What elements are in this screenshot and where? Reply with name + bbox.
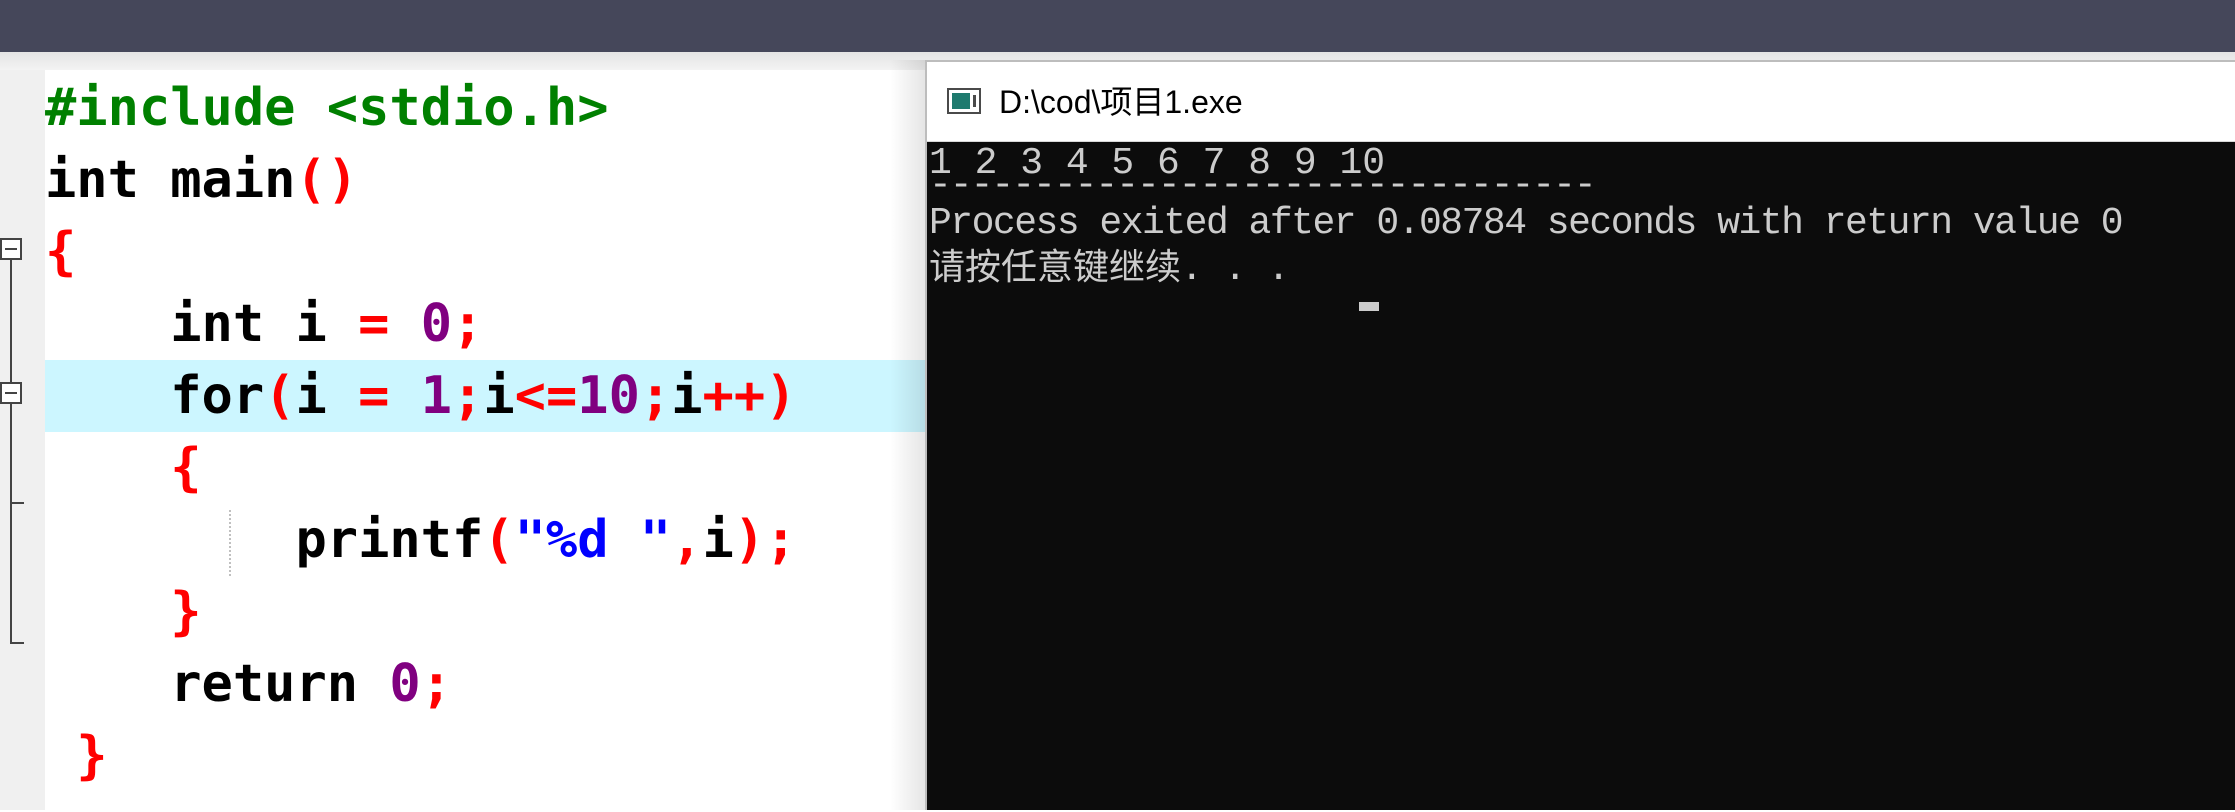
console-title: D:\cod\项目1.exe [999, 84, 1243, 120]
code-token: main [138, 150, 296, 210]
code-token: #include <stdio.h> [45, 78, 609, 138]
fold-end-marker [10, 502, 24, 504]
code-token: i [295, 366, 359, 426]
code-line[interactable]: int main() [45, 144, 925, 216]
code-token: 10 [577, 366, 640, 426]
code-token: int [45, 294, 265, 354]
code-token: 1 [420, 366, 453, 426]
code-editor[interactable]: #include <stdio.h> int main(){ int i = 0;… [45, 70, 925, 810]
code-token: i [702, 510, 734, 570]
code-line[interactable]: } [45, 720, 925, 792]
code-token: () [295, 150, 359, 210]
console-cursor [1359, 302, 1379, 311]
code-token: = [358, 366, 390, 426]
code-line[interactable]: { [45, 432, 925, 504]
console-output[interactable]: 1 2 3 4 5 6 7 8 9 10 -------------------… [927, 142, 2235, 812]
code-token: ( [483, 510, 515, 570]
console-title-bar[interactable]: D:\cod\项目1.exe [927, 62, 2235, 142]
fold-collapse-icon-main[interactable] [0, 238, 22, 260]
code-token: ); [733, 510, 797, 570]
console-window-icon [947, 88, 981, 114]
code-line[interactable]: { [45, 216, 925, 288]
code-token: ; [452, 294, 484, 354]
code-token: ; [420, 654, 453, 714]
code-token: i [483, 366, 515, 426]
window-shadow [890, 60, 925, 810]
code-line[interactable]: return 0; [45, 648, 925, 720]
code-token: i [671, 366, 703, 426]
code-token: ; [452, 366, 484, 426]
code-token: 0 [420, 294, 453, 354]
fold-end-marker [10, 642, 24, 644]
code-token: = [358, 294, 390, 354]
console-window[interactable]: D:\cod\项目1.exe 1 2 3 4 5 6 7 8 9 10 ----… [925, 60, 2235, 810]
code-line[interactable]: #include <stdio.h> [45, 72, 925, 144]
code-token: 0 [389, 654, 421, 714]
code-token: for [45, 366, 265, 426]
code-line[interactable]: int i = 0; [45, 288, 925, 360]
editor-gutter [0, 70, 46, 810]
window-title-bar [0, 0, 2235, 52]
code-token: "%d " [514, 510, 672, 570]
code-token: , [671, 510, 703, 570]
code-token: ( [264, 366, 296, 426]
console-line-exit-status: Process exited after 0.08784 seconds wit… [929, 202, 2124, 245]
fold-collapse-icon-for[interactable] [0, 382, 22, 404]
code-token: } [45, 582, 202, 642]
code-token: { [45, 438, 202, 498]
fold-line [10, 260, 12, 382]
code-token: i [264, 294, 359, 354]
code-token: } [45, 726, 108, 786]
code-line[interactable]: } [45, 576, 925, 648]
code-token: int [45, 150, 139, 210]
fold-line [10, 536, 12, 644]
code-token: <= [514, 366, 578, 426]
indent-guide [229, 510, 231, 576]
code-token: printf [45, 510, 484, 570]
code-token: return [45, 654, 359, 714]
code-token: ++) [702, 366, 797, 426]
code-token: { [45, 222, 77, 282]
code-token: ; [639, 366, 672, 426]
console-line-prompt: 请按任意键继续. . . [929, 247, 1312, 288]
fold-line [10, 404, 12, 536]
code-line[interactable]: printf("%d ",i); [45, 504, 925, 576]
code-line-active[interactable]: for(i = 1;i<=10;i++) [45, 360, 925, 432]
